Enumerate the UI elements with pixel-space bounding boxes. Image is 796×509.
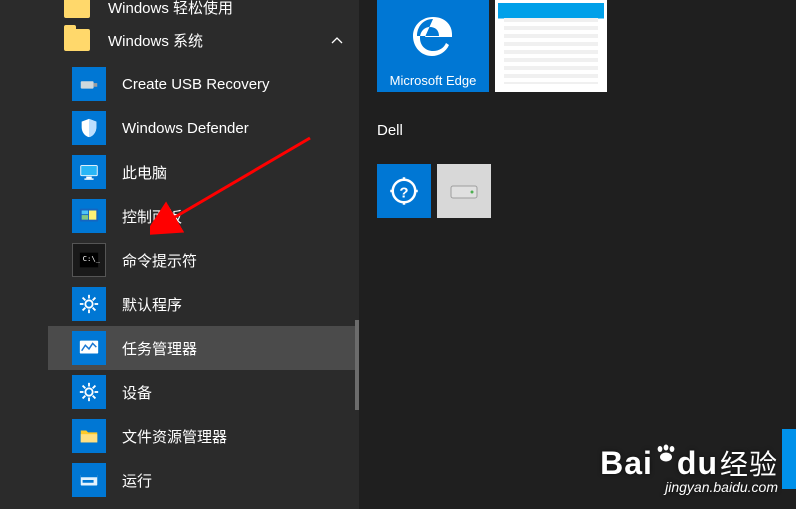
app-file-explorer[interactable]: 文件资源管理器 xyxy=(48,414,359,458)
app-run[interactable]: 运行 xyxy=(48,458,359,502)
folder-windows-ease-of-access[interactable]: Windows 轻松使用 xyxy=(48,0,359,18)
app-control-panel[interactable]: 控制面板 xyxy=(48,194,359,238)
tile-dell-support[interactable]: ? xyxy=(377,164,431,218)
monitor-icon xyxy=(72,155,106,189)
app-windows-defender[interactable]: Windows Defender xyxy=(48,106,359,150)
app-label: 运行 xyxy=(122,470,152,491)
control-panel-icon xyxy=(72,199,106,233)
app-command-prompt[interactable]: C:\_ 命令提示符 xyxy=(48,238,359,282)
tile-label: Microsoft Edge xyxy=(390,73,477,88)
svg-text:C:\_: C:\_ xyxy=(83,254,100,263)
drive-icon xyxy=(449,180,479,202)
app-devices[interactable]: 设备 xyxy=(48,370,359,414)
app-label: 默认程序 xyxy=(122,294,182,315)
watermark: Baidu经验 jingyan.baidu.com xyxy=(600,443,778,495)
tile-dell-drive[interactable] xyxy=(437,164,491,218)
app-label: 文件资源管理器 xyxy=(122,426,227,447)
folder-label: Windows 轻松使用 xyxy=(108,0,233,18)
terminal-icon: C:\_ xyxy=(72,243,106,277)
screenshot-thumbnail xyxy=(498,3,604,89)
app-label: 控制面板 xyxy=(122,206,182,227)
usb-drive-icon xyxy=(72,67,106,101)
run-dialog-icon xyxy=(72,463,106,497)
gear-icon xyxy=(72,375,106,409)
start-menu-tiles: Microsoft Edge Dell ? xyxy=(359,0,796,509)
folder-icon xyxy=(64,0,90,18)
chevron-up-icon xyxy=(331,34,343,46)
start-menu: Windows 轻松使用 Windows 系统 Create USB Recov… xyxy=(0,0,359,509)
folder-label: Windows 系统 xyxy=(108,30,203,51)
shield-icon xyxy=(72,111,106,145)
paw-icon xyxy=(655,433,677,451)
tile-group-label[interactable]: Dell xyxy=(377,122,403,139)
folder-windows-system[interactable]: Windows 系统 xyxy=(48,18,359,62)
start-menu-app-list: Windows 轻松使用 Windows 系统 Create USB Recov… xyxy=(48,0,359,509)
app-label: 此电脑 xyxy=(122,162,167,183)
app-label: 设备 xyxy=(122,382,152,403)
tile-screenshot-app[interactable] xyxy=(495,0,607,92)
gear-question-icon: ? xyxy=(389,176,419,206)
app-task-manager[interactable]: 任务管理器 xyxy=(48,326,359,370)
tile-microsoft-edge[interactable]: Microsoft Edge xyxy=(377,0,489,92)
app-label: 命令提示符 xyxy=(122,250,197,271)
app-this-pc[interactable]: 此电脑 xyxy=(48,150,359,194)
app-label: Windows Defender xyxy=(122,120,249,137)
app-default-programs[interactable]: 默认程序 xyxy=(48,282,359,326)
watermark-brand-cn: 经验 xyxy=(720,449,778,480)
svg-text:?: ? xyxy=(399,184,408,201)
edge-icon xyxy=(409,0,457,73)
gear-icon xyxy=(72,287,106,321)
watermark-brand-bai: Bai xyxy=(600,445,653,481)
app-label: Create USB Recovery xyxy=(122,76,270,93)
task-manager-icon xyxy=(72,331,106,365)
folder-open-icon xyxy=(72,419,106,453)
app-create-usb-recovery[interactable]: Create USB Recovery xyxy=(48,62,359,106)
folder-icon xyxy=(64,29,90,51)
right-edge-tab[interactable] xyxy=(782,429,796,489)
watermark-brand-du: du xyxy=(677,445,718,481)
app-label: 任务管理器 xyxy=(122,338,197,359)
